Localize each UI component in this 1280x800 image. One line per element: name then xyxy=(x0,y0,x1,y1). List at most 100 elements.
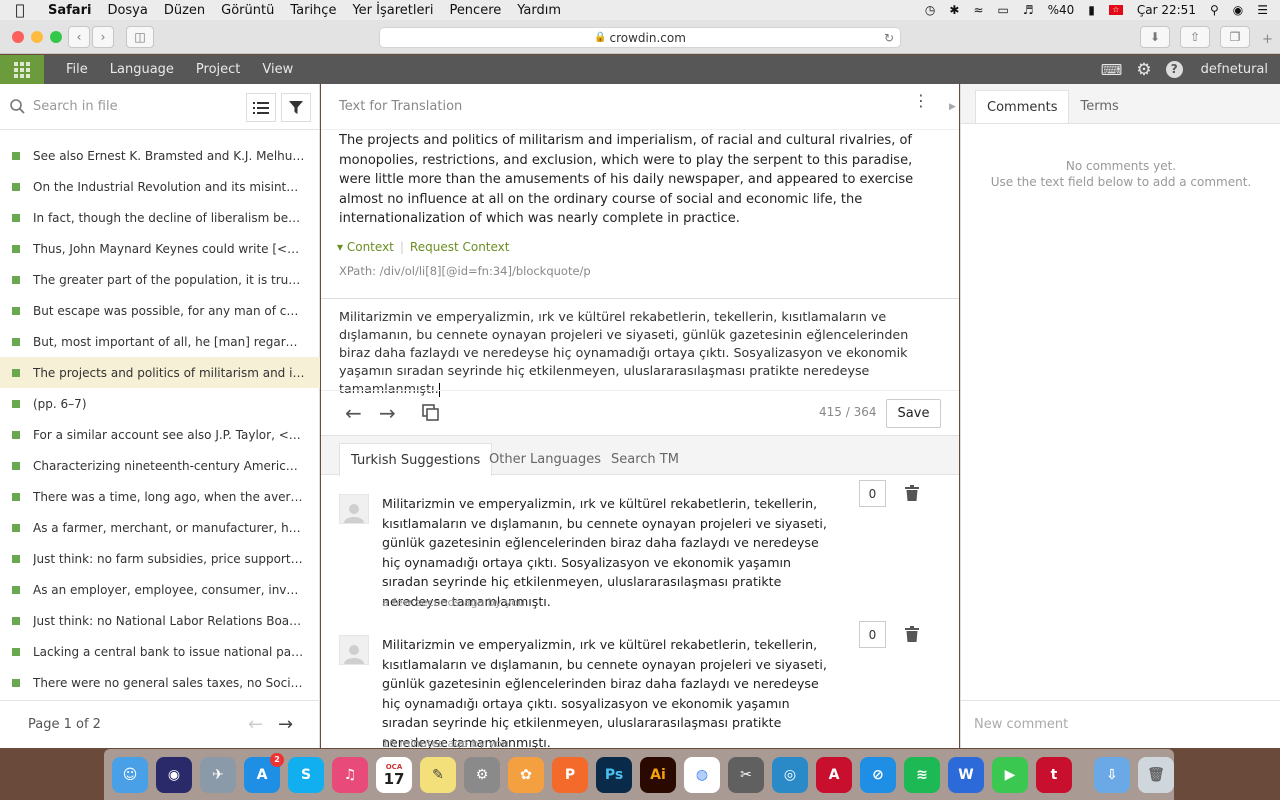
notes-app-icon[interactable]: ✎ xyxy=(420,756,456,793)
share-button[interactable]: ⇧ xyxy=(1180,26,1210,48)
minimize-window-button[interactable] xyxy=(31,31,43,43)
menu-duzen[interactable]: Düzen xyxy=(156,3,213,18)
system-preferences-app-icon[interactable]: ⚙ xyxy=(464,756,500,793)
chrome-app-icon[interactable]: ◍ xyxy=(684,756,720,793)
spotify-app-icon[interactable]: ≋ xyxy=(904,756,940,793)
menu-pencere[interactable]: Pencere xyxy=(441,3,509,18)
translation-input[interactable]: Militarizmin ve emperyalizmin, ırk ve kü… xyxy=(339,308,929,398)
list-item[interactable]: But escape was possible, for any man of … xyxy=(0,295,320,326)
list-view-button[interactable] xyxy=(246,93,276,122)
zoom-window-button[interactable] xyxy=(50,31,62,43)
list-item[interactable]: Just think: no farm subsidies, price sup… xyxy=(0,543,320,574)
list-item[interactable]: The greater part of the population, it i… xyxy=(0,264,320,295)
collapse-right-panel-icon[interactable]: ▶ xyxy=(946,84,959,130)
siri-app-icon[interactable]: ◉ xyxy=(156,756,192,793)
tab-comments[interactable]: Comments xyxy=(975,90,1070,123)
battery-icon[interactable]: ▮ xyxy=(1088,3,1095,17)
calendar-app-icon[interactable]: OCA 17 xyxy=(376,756,412,793)
airplay-icon[interactable]: ▭ xyxy=(998,3,1009,17)
notification-center-icon[interactable]: ☰ xyxy=(1257,3,1268,17)
prev-page-arrow-icon[interactable]: ← xyxy=(248,714,263,735)
list-item[interactable]: As an employer, employee, consumer, inve… xyxy=(0,574,320,605)
reload-icon[interactable]: ↻ xyxy=(884,31,894,45)
acrobat-app-icon[interactable]: A xyxy=(816,756,852,793)
gear-icon[interactable]: ⚙ xyxy=(1136,60,1151,80)
trash-icon[interactable] xyxy=(905,626,919,642)
menu-yer-isaretleri[interactable]: Yer İşaretleri xyxy=(344,3,441,18)
volume-icon[interactable]: ♬ xyxy=(1023,3,1034,17)
list-item[interactable]: Lacking a central bank to issue national… xyxy=(0,636,320,667)
more-options-icon[interactable]: ⋮ xyxy=(913,93,929,109)
list-item[interactable]: On the Industrial Revolution and its mis… xyxy=(0,171,320,202)
list-item[interactable]: There was a time, long ago, when the ave… xyxy=(0,481,320,512)
downloads-button[interactable]: ⬇ xyxy=(1140,26,1170,48)
trash-app-icon[interactable]: 🗑 xyxy=(1138,756,1174,793)
new-tab-icon[interactable]: + xyxy=(1262,32,1273,47)
list-item[interactable]: Thus, John Maynard Keynes could write [<… xyxy=(0,233,320,264)
spotlight-search-icon[interactable]: ⚲ xyxy=(1210,3,1219,17)
siri-icon[interactable]: ◉ xyxy=(1233,3,1243,17)
vote-count[interactable]: 0 xyxy=(859,621,886,648)
turkish-flag-icon[interactable]: ☆ xyxy=(1108,5,1123,15)
suggestion-text[interactable]: Militarizmin ve emperyalizmin, ırk ve kü… xyxy=(382,494,832,611)
request-context-link[interactable]: Request Context xyxy=(410,240,510,254)
list-item[interactable]: As a farmer, merchant, or manufacturer, … xyxy=(0,512,320,543)
list-item[interactable]: Just think: no National Labor Relations … xyxy=(0,605,320,636)
trash-icon[interactable] xyxy=(905,485,919,501)
previous-string-arrow-icon[interactable]: ← xyxy=(345,401,362,425)
tumblr-app-icon[interactable]: t xyxy=(1036,756,1072,793)
keyboard-icon[interactable]: ⌨ xyxy=(1101,61,1123,79)
menu-dosya[interactable]: Dosya xyxy=(99,3,155,18)
list-item[interactable]: Characterizing nineteenth-century Americ… xyxy=(0,450,320,481)
context-toggle[interactable]: ▾ Context xyxy=(337,240,394,254)
copy-source-icon[interactable] xyxy=(422,404,440,422)
tabs-overview-button[interactable]: ❐ xyxy=(1220,26,1250,48)
next-page-arrow-icon[interactable]: → xyxy=(278,714,293,735)
vote-count[interactable]: 0 xyxy=(859,480,886,507)
list-item[interactable]: (pp. 6–7) xyxy=(0,388,320,419)
tab-terms[interactable]: Terms xyxy=(1069,90,1129,123)
preview-app-icon[interactable]: ✈ xyxy=(200,756,236,793)
tab-turkish-suggestions[interactable]: Turkish Suggestions xyxy=(339,443,493,476)
save-button[interactable]: Save xyxy=(886,399,941,428)
list-item[interactable]: But, most important of all, he [man] reg… xyxy=(0,326,320,357)
menu-project[interactable]: Project xyxy=(185,62,251,77)
photos-app-icon[interactable]: ✿ xyxy=(508,756,544,793)
next-string-arrow-icon[interactable]: → xyxy=(379,401,396,425)
tab-other-languages[interactable]: Other Languages xyxy=(478,443,612,476)
menu-tarihce[interactable]: Tarihçe xyxy=(282,3,344,18)
word-app-icon[interactable]: W xyxy=(948,756,984,793)
downloads-app-icon[interactable]: ⇩ xyxy=(1094,756,1130,793)
username[interactable]: defnetural xyxy=(1197,62,1268,77)
menu-view[interactable]: View xyxy=(251,62,304,77)
illustrator-app-icon[interactable]: Ai xyxy=(640,756,676,793)
address-bar[interactable]: 🔒 crowdin.com ↻ xyxy=(379,27,901,48)
photoshop-app-icon[interactable]: Ps xyxy=(596,756,632,793)
suggestion-text[interactable]: Militarizmin ve emperyalizmin, ırk ve kü… xyxy=(382,635,832,748)
close-window-button[interactable] xyxy=(12,31,24,43)
list-item[interactable]: For a similar account see also J.P. Tayl… xyxy=(0,419,320,450)
finder-app-icon[interactable]: ☺ xyxy=(112,756,148,793)
safari-app-icon[interactable]: ⊘ xyxy=(860,756,896,793)
facetime-app-icon[interactable]: ▶ xyxy=(992,756,1028,793)
battery-percent[interactable]: %40 xyxy=(1048,3,1075,17)
back-button[interactable]: ‹ xyxy=(68,26,90,48)
time-machine-icon[interactable]: ◷ xyxy=(925,3,935,17)
app-store-app-icon[interactable]: A2 xyxy=(244,752,284,793)
tab-search-tm[interactable]: Search TM xyxy=(600,443,690,476)
aperture-app-icon[interactable]: ◎ xyxy=(772,756,808,793)
pages-app-icon[interactable]: P xyxy=(552,756,588,793)
bluetooth-icon[interactable]: ✱ xyxy=(949,3,959,17)
list-item[interactable]: See also Ernest K. Bramsted and K.J. Mel… xyxy=(0,140,320,171)
help-icon[interactable]: ? xyxy=(1165,61,1183,78)
menu-file[interactable]: File xyxy=(44,62,99,77)
apps-grid-button[interactable] xyxy=(0,55,44,84)
skype-app-icon[interactable]: S xyxy=(288,756,324,793)
search-input[interactable]: Search in file xyxy=(33,99,118,114)
menu-app-name[interactable]: Safari xyxy=(40,3,99,18)
new-comment-input[interactable]: New comment xyxy=(961,700,1280,748)
filter-button[interactable] xyxy=(281,93,311,122)
list-item[interactable]: In fact, though the decline of liberalis… xyxy=(0,202,320,233)
image-capture-app-icon[interactable]: ✂ xyxy=(728,756,764,793)
list-item[interactable]: There were no general sales taxes, no So… xyxy=(0,667,320,698)
